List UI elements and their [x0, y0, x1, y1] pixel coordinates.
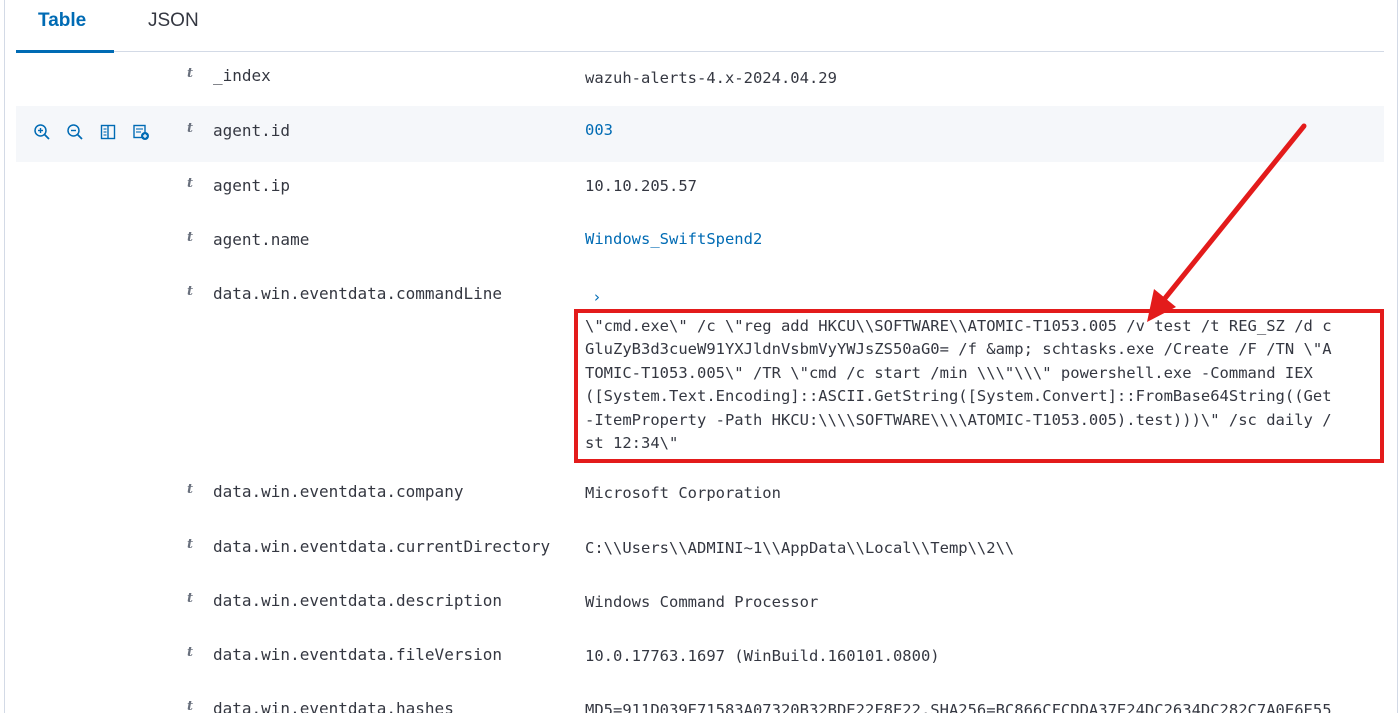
field-name: agent.id: [213, 121, 291, 140]
field-name: data.win.eventdata.description: [213, 591, 502, 610]
command-line-text: \"cmd.exe\" /c \"reg add HKCU\\SOFTWARE\…: [585, 317, 1332, 335]
field-name: data.win.eventdata.currentDirectory: [213, 537, 551, 556]
table-row: t data.win.eventdata.company Microsoft C…: [16, 468, 1384, 522]
field-name: data.win.eventdata.hashes: [213, 699, 454, 713]
table-row: t agent.ip 10.10.205.57: [16, 162, 1384, 216]
command-line-text: st 12:34\": [585, 434, 679, 453]
tab-table[interactable]: Table: [16, 0, 114, 53]
string-type-icon: t: [187, 284, 194, 299]
field-value: C:\\Users\\ADMINI~1\\AppData\\Local\\Tem…: [585, 539, 1015, 557]
field-name: data.win.eventdata.fileVersion: [213, 645, 502, 664]
table-row: t _index wazuh-alerts-4.x-2024.04.29: [16, 52, 1384, 106]
table-row: t agent.id 003: [16, 106, 1384, 162]
zoom-out-icon[interactable]: [65, 122, 85, 142]
string-type-icon: t: [187, 699, 194, 713]
table-row: t data.win.eventdata.description Windows…: [16, 576, 1384, 630]
tab-bar: Table JSON: [16, 0, 1384, 53]
field-name: data.win.eventdata.commandLine: [213, 284, 502, 303]
command-line-text: -ItemProperty -Path HKCU:\\\\SOFTWARE\\\…: [585, 410, 1332, 429]
string-type-icon: t: [187, 537, 194, 552]
field-value: 10.0.17763.1697 (WinBuild.160101.0800): [585, 647, 940, 665]
filter-exists-icon[interactable]: [131, 122, 151, 142]
command-line-text: ([System.Text.Encoding]::ASCII.GetString…: [585, 387, 1332, 406]
string-type-icon: t: [187, 230, 194, 245]
field-value: wazuh-alerts-4.x-2024.04.29: [585, 69, 837, 87]
string-type-icon: t: [187, 121, 194, 136]
string-type-icon: t: [187, 66, 194, 81]
tab-json[interactable]: JSON: [126, 0, 221, 52]
zoom-in-icon[interactable]: [32, 122, 52, 142]
table-row: t data.win.eventdata.fileVersion 10.0.17…: [16, 630, 1384, 684]
field-value: 10.10.205.57: [585, 177, 697, 195]
string-type-icon: t: [187, 645, 194, 660]
field-name: agent.ip: [213, 176, 291, 195]
command-line-value: \"cmd.exe\" /c \"reg add HKCU\\SOFTWARE\…: [585, 315, 1375, 455]
field-value: Windows Command Processor: [585, 593, 819, 611]
field-name: _index: [213, 66, 271, 85]
field-name: data.win.eventdata.company: [213, 482, 464, 501]
table-row: t data.win.eventdata.commandLine › \"cmd…: [16, 282, 1384, 468]
command-line-text: GluZyB3d3cueW91YXJldnVsbmVyYWJsZS50aG0= …: [585, 340, 1332, 359]
string-type-icon: t: [187, 176, 194, 191]
field-value: MD5=911D039E71583A07320B32BDE22F8E22,SHA…: [585, 701, 1332, 713]
field-value: Microsoft Corporation: [585, 484, 781, 502]
table-row: t data.win.eventdata.hashes MD5=911D039E…: [16, 684, 1384, 713]
agent-name-link[interactable]: Windows_SwiftSpend2: [585, 230, 762, 248]
agent-id-link[interactable]: 003: [585, 121, 613, 139]
chevron-right-icon[interactable]: ›: [594, 288, 600, 306]
table-row: t data.win.eventdata.currentDirectory C:…: [16, 522, 1384, 576]
command-line-text: TOMIC-T1053.005\" /TR \"cmd /c start /mi…: [585, 363, 1313, 382]
string-type-icon: t: [187, 482, 194, 497]
string-type-icon: t: [187, 591, 194, 606]
field-name: agent.name: [213, 230, 310, 249]
table-row: t agent.name Windows_SwiftSpend2: [16, 216, 1384, 270]
toggle-column-icon[interactable]: [98, 122, 118, 142]
